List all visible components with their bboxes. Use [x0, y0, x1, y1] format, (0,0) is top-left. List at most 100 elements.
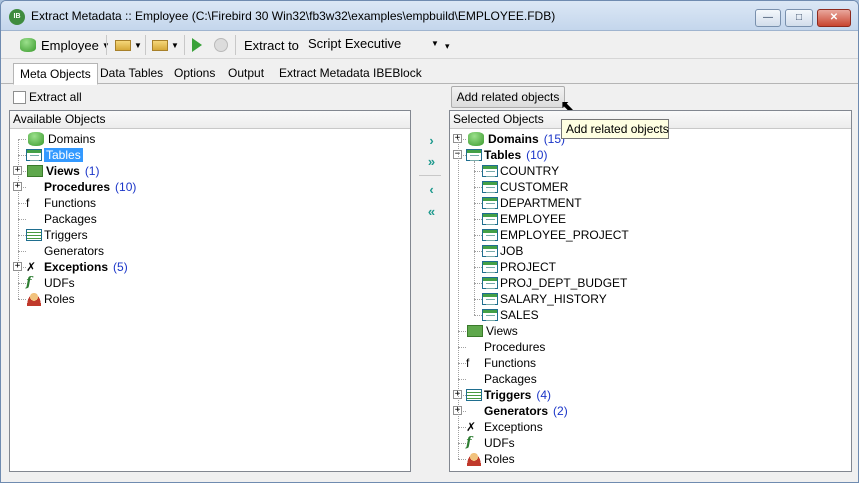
tree-node-exceptions[interactable]: ✗ Exceptions [466, 419, 543, 435]
table-node[interactable]: CUSTOMER [482, 179, 568, 195]
table-node[interactable]: SALARY_HISTORY [482, 291, 607, 307]
remove-all-button[interactable]: « [420, 203, 440, 221]
stop-button[interactable] [211, 34, 231, 56]
save-folder-button[interactable]: ▼ [149, 34, 182, 56]
tree-connector [18, 219, 26, 220]
table-node[interactable]: EMPLOYEE [482, 211, 566, 227]
tree-node-label: Tables [484, 148, 522, 162]
tree-node-label: Roles [484, 452, 515, 466]
selected-objects-panel[interactable]: Selected Objects + Domains (15) − Tables (10)… [449, 110, 852, 472]
checkbox-box[interactable] [13, 90, 26, 104]
toolbar-separator [235, 35, 236, 55]
table-node[interactable]: PROJ_DEPT_BUDGET [482, 275, 627, 291]
available-objects-tree[interactable]: Domains Tables + Views (1) + Procedures (10) f Fu… [10, 129, 410, 469]
tree-node-label: Exceptions [484, 420, 543, 434]
run-button[interactable] [189, 34, 205, 56]
add-related-objects-button[interactable]: Add related objects [451, 86, 565, 108]
toolbar-separator [184, 35, 185, 55]
tab-meta-objects[interactable]: Meta Objects [13, 63, 98, 85]
tree-node-label: UDFs [44, 276, 75, 290]
tree-node-domains[interactable]: Domains [26, 131, 95, 147]
udfs-icon: f [466, 435, 472, 450]
table-name: EMPLOYEE_PROJECT [500, 228, 629, 242]
table-node[interactable]: SALES [482, 307, 539, 323]
toolbar-separator [106, 35, 107, 55]
table-name: DEPARTMENT [500, 196, 582, 210]
database-dropdown[interactable]: Employee ▼ [15, 34, 113, 56]
tree-node-label: Functions [484, 356, 537, 370]
roles-icon [466, 452, 482, 466]
chevron-down-icon: ▼ [134, 40, 142, 50]
table-node[interactable]: COUNTRY [482, 163, 559, 179]
object-count: (10) [526, 148, 548, 162]
packages-icon [466, 372, 482, 386]
object-count: (5) [113, 260, 128, 274]
tables-icon [482, 245, 498, 257]
generators-icon [26, 244, 42, 258]
tree-node-functions[interactable]: f Functions [466, 355, 536, 371]
expand-icon[interactable]: + [13, 166, 22, 175]
tree-node-views[interactable]: Views (1) [26, 163, 99, 179]
table-node[interactable]: JOB [482, 243, 523, 259]
tab-extract-metadata-ibeblock[interactable]: Extract Metadata IBEBlock [273, 63, 428, 84]
domains-icon [468, 132, 484, 146]
extract-to-select[interactable]: Script Executive [304, 34, 442, 54]
tree-node-procedures[interactable]: Procedures (10) [26, 179, 136, 195]
tree-node-label: Packages [484, 372, 537, 386]
domains-icon [28, 132, 44, 146]
tree-node-triggers[interactable]: Triggers [26, 227, 88, 243]
available-objects-panel[interactable]: Available Objects Domains Tables + Views (1)… [9, 110, 411, 472]
tree-node-procedures[interactable]: Procedures [466, 339, 545, 355]
maximize-button[interactable]: □ [785, 9, 813, 27]
tree-node-label: Views [46, 164, 80, 178]
toolbar-overflow-icon[interactable]: ▾ [445, 41, 450, 52]
tables-icon [482, 165, 498, 177]
table-node[interactable]: DEPARTMENT [482, 195, 582, 211]
title-bar[interactable]: IB Extract Metadata :: Employee (C:\Fire… [1, 1, 858, 31]
tab-output[interactable]: Output [222, 63, 270, 84]
tree-node-generators[interactable]: Generators [26, 243, 104, 259]
tree-node-udfs[interactable]: f UDFs [466, 435, 515, 451]
tree-node-views[interactable]: Views [466, 323, 518, 339]
tree-connector [474, 203, 482, 204]
tree-node-generators[interactable]: Generators (2) [466, 403, 568, 419]
tree-node-packages[interactable]: Packages [466, 371, 537, 387]
tree-connector [474, 299, 482, 300]
open-folder-button[interactable]: ▼ [112, 34, 145, 56]
selected-objects-tree[interactable]: + Domains (15) − Tables (10) COUNTRY CUSTOMER DE… [450, 129, 851, 469]
tree-node-label: Procedures [44, 180, 111, 194]
tree-node-tables[interactable]: Tables (10) [466, 147, 547, 163]
tree-node-packages[interactable]: Packages [26, 211, 97, 227]
tree-connector [18, 155, 26, 156]
remove-selected-button[interactable]: ‹ [420, 181, 440, 199]
add-selected-button[interactable]: › [420, 132, 440, 150]
tree-node-exceptions[interactable]: ✗ Exceptions (5) [26, 259, 128, 275]
generators-icon [466, 404, 482, 418]
add-all-button[interactable]: » [420, 153, 440, 171]
tree-node-roles[interactable]: Roles [466, 451, 515, 467]
open-folder-icon [115, 39, 131, 51]
tree-node-label: Roles [44, 292, 75, 306]
tree-node-functions[interactable]: f Functions [26, 195, 96, 211]
table-node[interactable]: PROJECT [482, 259, 556, 275]
tree-connector [474, 171, 482, 172]
close-button[interactable]: ✕ [817, 9, 851, 27]
tree-node-tables[interactable]: Tables [26, 147, 83, 163]
tree-node-triggers[interactable]: Triggers (4) [466, 387, 551, 403]
tree-node-roles[interactable]: Roles [26, 291, 75, 307]
table-name: SALES [500, 308, 539, 322]
tree-connector [458, 139, 459, 459]
minimize-button[interactable]: — [755, 9, 781, 27]
chevron-down-icon[interactable]: ▼ [431, 39, 439, 48]
procedures-icon [26, 180, 42, 194]
tab-options[interactable]: Options [168, 63, 221, 84]
expand-icon[interactable]: + [13, 262, 22, 271]
tab-data-tables[interactable]: Data Tables [94, 63, 169, 84]
tree-node-domains[interactable]: Domains (15) [466, 131, 565, 147]
tree-node-label: Domains [488, 132, 539, 146]
tree-node-udfs[interactable]: f UDFs [26, 275, 75, 291]
table-node[interactable]: EMPLOYEE_PROJECT [482, 227, 629, 243]
tree-connector [474, 283, 482, 284]
expand-icon[interactable]: + [13, 182, 22, 191]
extract-all-checkbox[interactable]: Extract all [13, 90, 82, 104]
